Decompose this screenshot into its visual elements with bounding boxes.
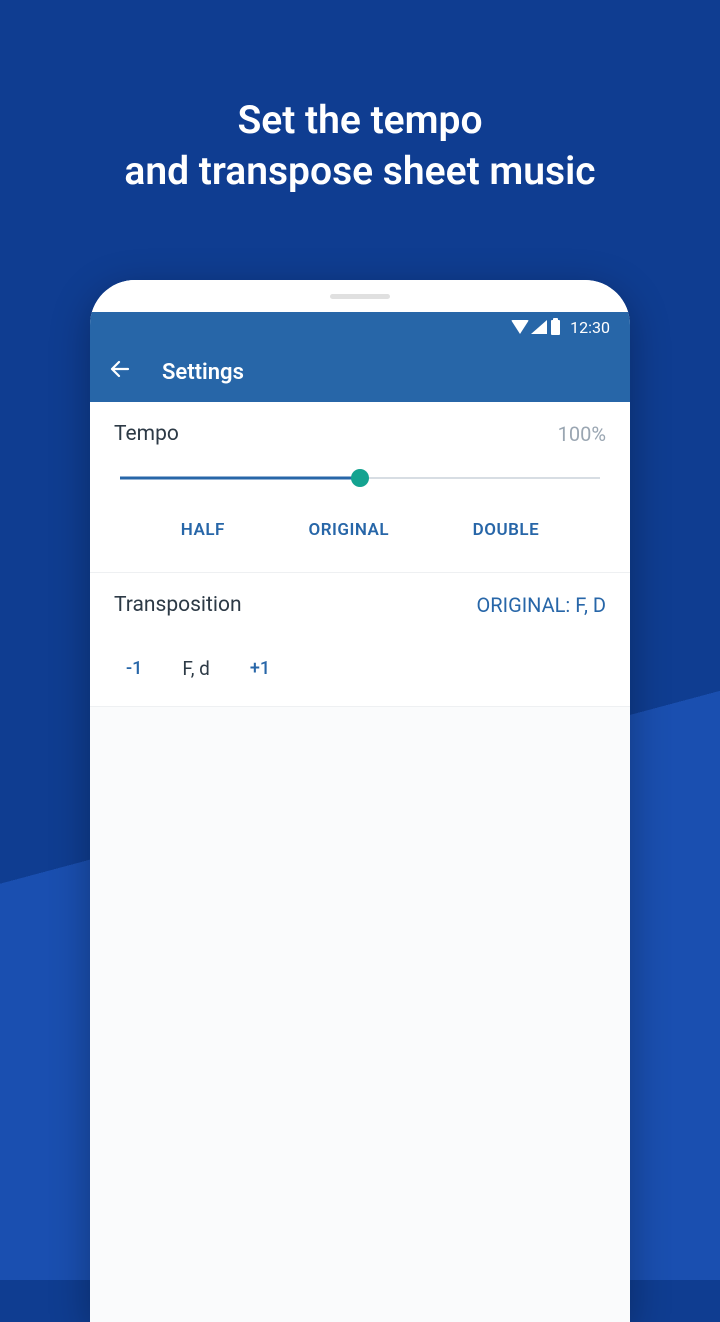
tempo-half-button[interactable]: HALF [171,514,235,546]
transpose-up-button[interactable]: +1 [250,658,270,679]
tempo-original-button[interactable]: ORIGINAL [298,514,399,546]
battery-icon [551,320,560,335]
marketing-line-1: Set the tempo [0,95,720,146]
transpose-down-button[interactable]: -1 [126,658,142,679]
slider-thumb[interactable] [351,469,369,487]
app-bar: Settings [90,342,630,402]
status-bar: 12:30 [90,312,630,342]
marketing-heading: Set the tempo and transpose sheet music [0,0,720,196]
arrow-left-icon [108,357,132,381]
phone-speaker [330,294,390,299]
tempo-double-button[interactable]: DOUBLE [463,514,550,546]
phone-bezel [90,280,630,312]
status-icons [511,320,560,335]
page-title: Settings [162,360,244,385]
transposition-original-button[interactable]: ORIGINAL: F, D [477,593,606,617]
tempo-slider[interactable] [120,466,600,490]
signal-icon [531,320,547,334]
marketing-line-2: and transpose sheet music [0,146,720,197]
transposition-current-key: F, d [182,657,210,680]
transposition-label: Transposition [114,593,242,617]
content-area: Tempo 100% HALF ORIGINAL DOUBLE Transpos… [90,402,630,1322]
slider-fill [120,477,360,480]
tempo-section: Tempo 100% HALF ORIGINAL DOUBLE [90,402,630,573]
back-button[interactable] [108,357,132,388]
status-time: 12:30 [570,318,610,337]
tempo-label: Tempo [114,422,179,446]
phone-frame: 12:30 Settings Tempo 100% HALF ORIGINAL … [90,280,630,1322]
wifi-icon [511,320,529,334]
transposition-section: Transposition ORIGINAL: F, D -1 F, d +1 [90,573,630,707]
tempo-value: 100% [558,422,606,446]
